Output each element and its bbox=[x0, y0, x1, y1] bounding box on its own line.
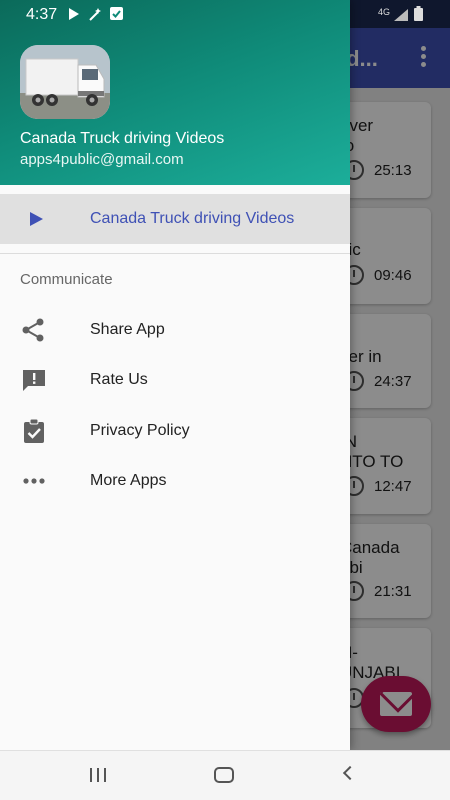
system-nav-bar bbox=[0, 750, 450, 800]
battery-icon bbox=[414, 6, 423, 26]
menu-item-privacy-policy[interactable]: Privacy Policy bbox=[0, 407, 350, 455]
magic-wand-icon bbox=[88, 7, 102, 21]
section-title-communicate: Communicate bbox=[20, 271, 113, 288]
divider bbox=[0, 253, 350, 254]
menu-item-label: Rate Us bbox=[90, 371, 148, 388]
feedback-icon bbox=[20, 368, 48, 392]
truck-image bbox=[20, 45, 110, 119]
app-avatar bbox=[20, 45, 110, 119]
more-horiz-icon bbox=[20, 469, 48, 493]
network-type: 4G bbox=[378, 7, 391, 17]
menu-item-rate-us[interactable]: Rate Us bbox=[0, 356, 350, 404]
nav-item-label: Canada Truck driving Videos bbox=[90, 210, 295, 227]
menu-item-label: Share App bbox=[90, 321, 165, 338]
header-email: apps4public@gmail.com bbox=[20, 151, 184, 168]
status-bar: 4:37 bbox=[0, 0, 350, 28]
menu-item-more-apps[interactable]: More Apps bbox=[0, 457, 350, 505]
signal-icon bbox=[394, 8, 408, 26]
menu-item-share-app[interactable]: Share App bbox=[0, 306, 350, 354]
menu-item-label: Privacy Policy bbox=[90, 422, 190, 439]
back-icon[interactable] bbox=[342, 765, 358, 781]
navigation-drawer: 4:37 Canada Truck driving Videos apps4pu… bbox=[0, 0, 350, 750]
recents-icon[interactable] bbox=[90, 768, 108, 782]
nav-item-videos[interactable]: Canada Truck driving Videos bbox=[0, 194, 350, 244]
clipboard-check-icon bbox=[20, 418, 48, 443]
play-icon bbox=[30, 212, 43, 226]
play-store-icon bbox=[68, 7, 82, 21]
status-time: 4:37 bbox=[26, 6, 58, 23]
menu-item-label: More Apps bbox=[90, 472, 167, 489]
drawer-header: 4:37 Canada Truck driving Videos apps4pu… bbox=[0, 0, 350, 185]
checkbox-notification-icon bbox=[110, 7, 124, 21]
home-icon[interactable] bbox=[214, 767, 234, 783]
header-app-name: Canada Truck driving Videos bbox=[20, 130, 225, 147]
status-right: 4G bbox=[378, 6, 438, 22]
share-icon bbox=[20, 318, 48, 342]
